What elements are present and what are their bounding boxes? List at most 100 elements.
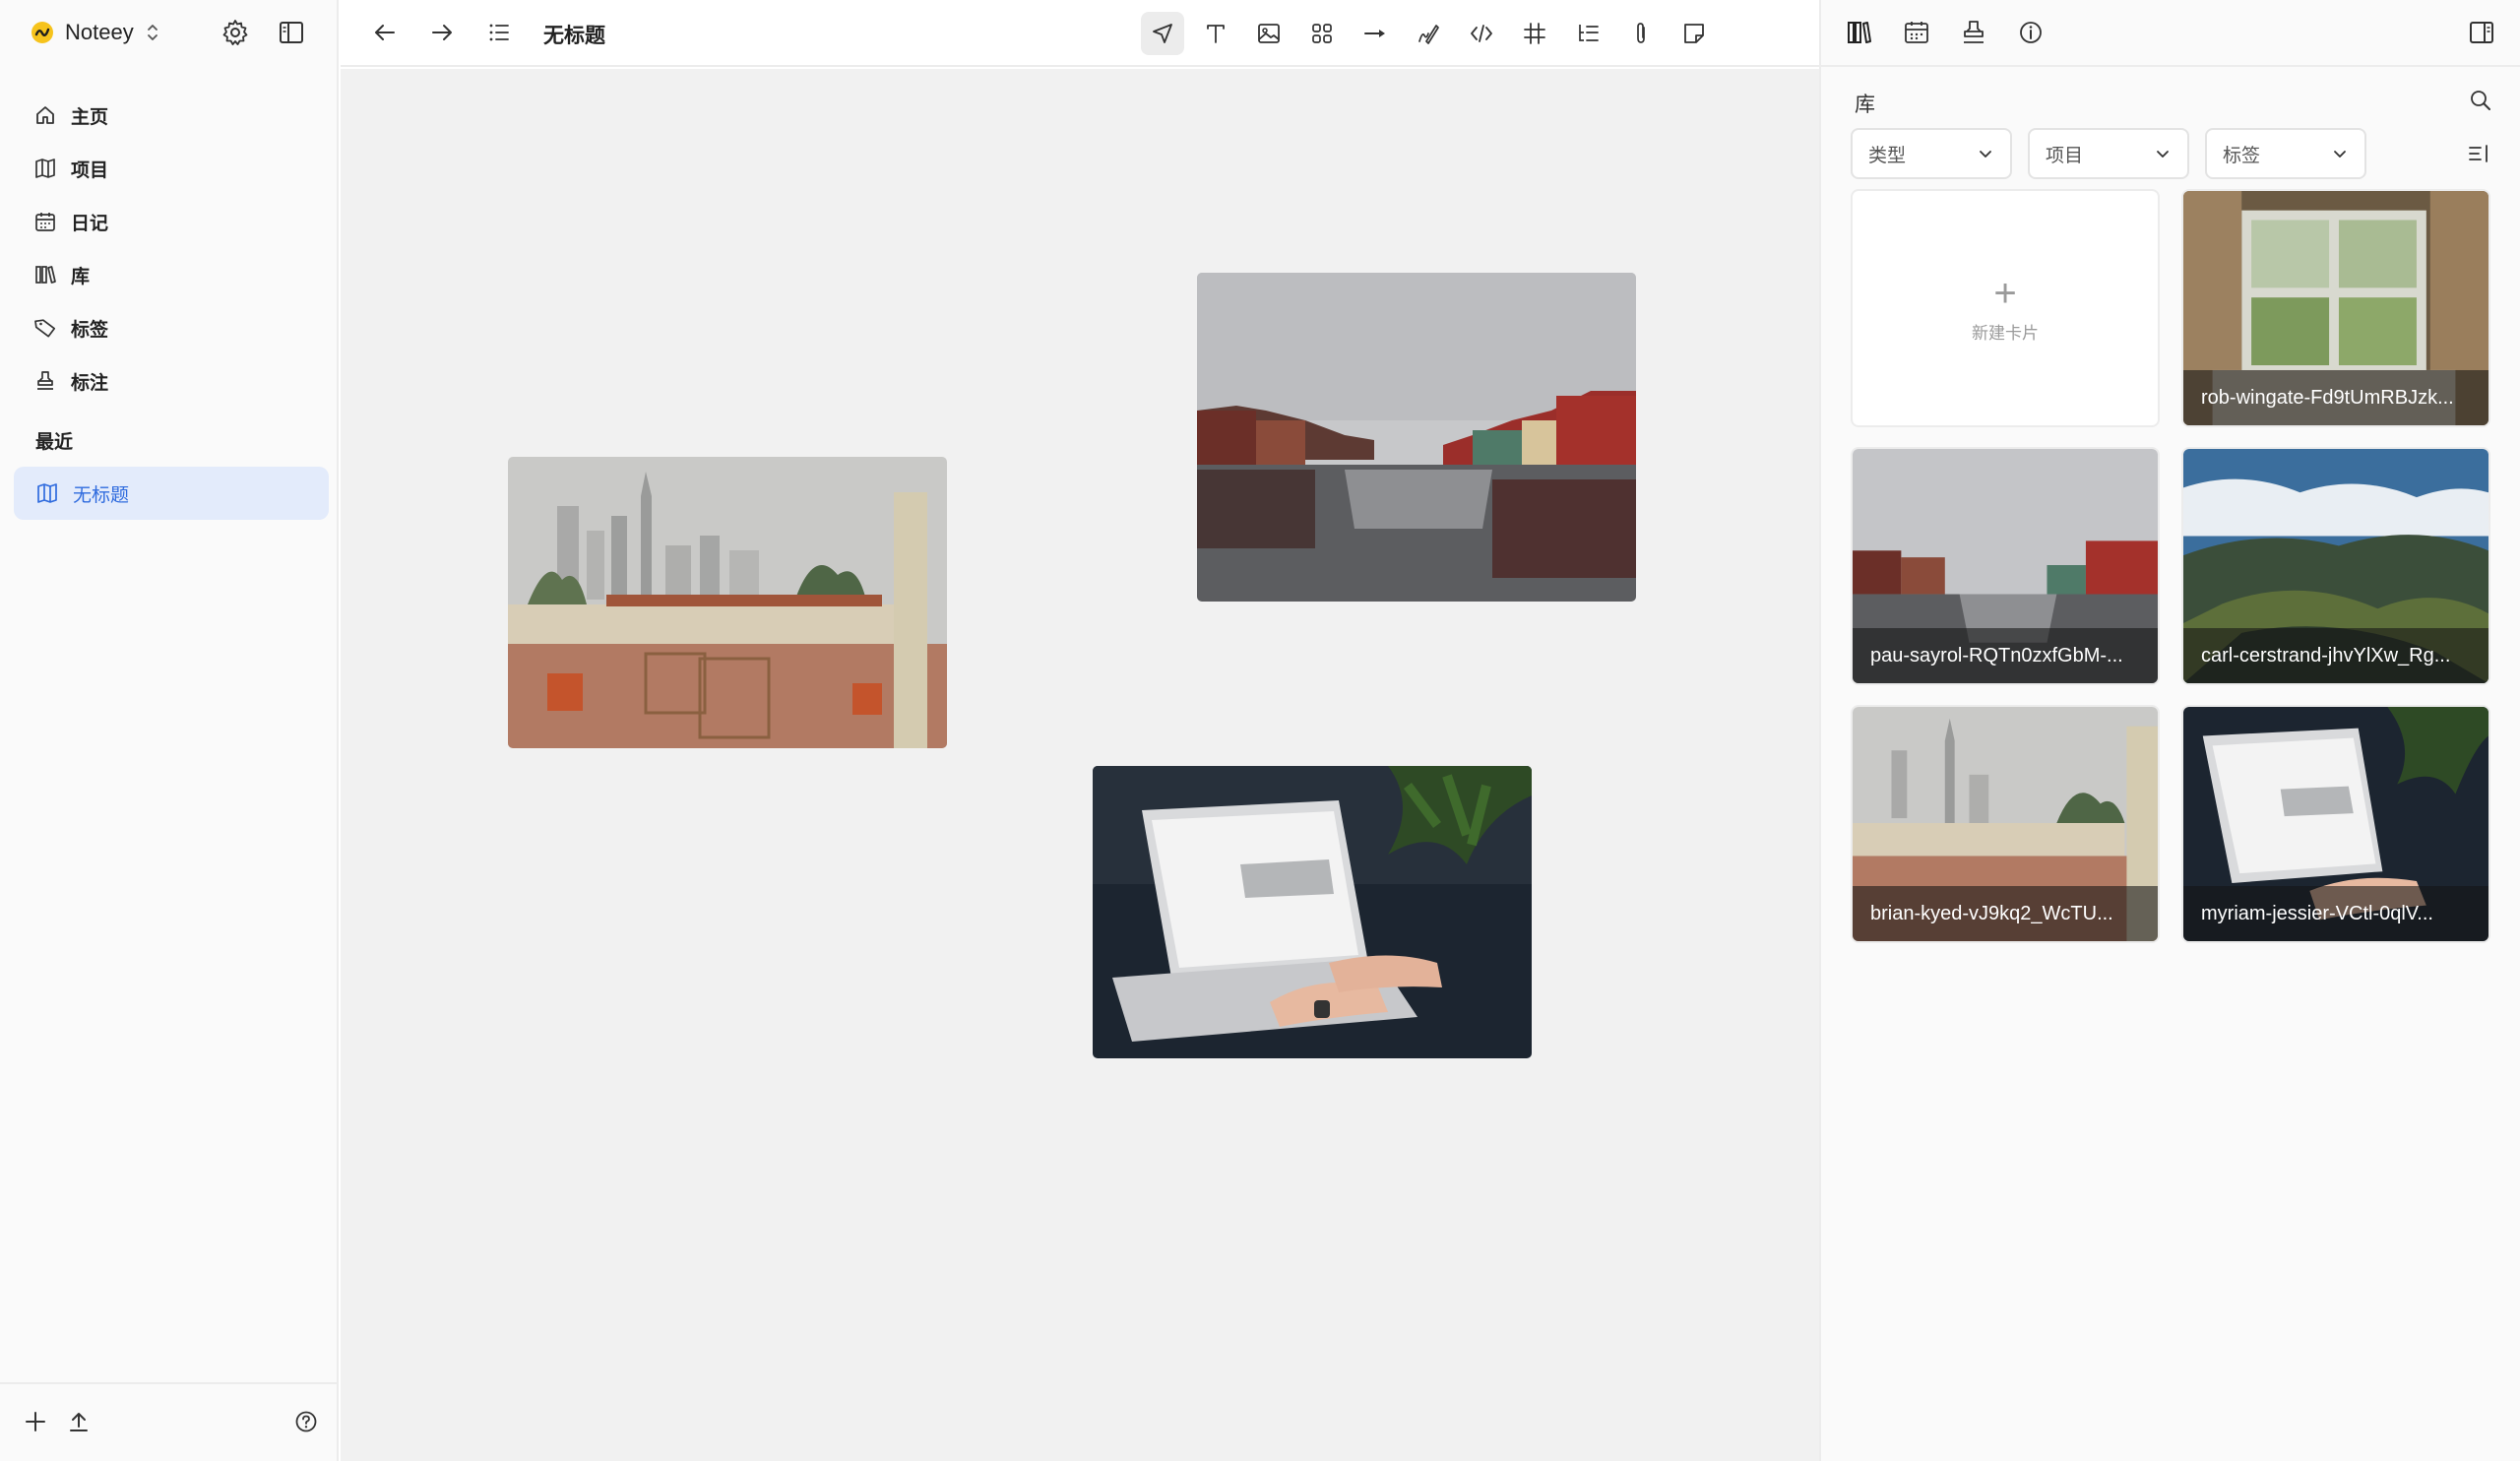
workspace-name: Noteey [65,20,134,44]
attachment-tool[interactable] [1619,12,1663,55]
text-tool[interactable] [1194,12,1237,55]
nav-label: 标注 [71,372,109,394]
canal-houses-photo [1197,273,1636,602]
sort-icon[interactable] [2465,140,2492,167]
frame-tool[interactable] [1513,12,1556,55]
new-card-button[interactable]: + 新建卡片 [1851,189,2160,427]
calendar-icon[interactable] [1902,18,1931,47]
laptop-photo [1093,766,1532,1058]
nav-label: 主页 [71,106,109,128]
pen-scribble-icon [1418,25,1439,44]
arrow-tool[interactable] [1354,12,1397,55]
library-icon[interactable] [1845,18,1874,47]
nav-item-annotations[interactable]: 标注 [14,354,329,408]
filter-label: 标签 [2223,145,2261,166]
whiteboard-canvas[interactable] [341,69,1819,1461]
library-card[interactable]: rob-wingate-Fd9tUmRBJzk... [2181,189,2490,427]
panel-tabs [1821,0,2520,67]
info-icon[interactable] [2016,18,2046,47]
paperclip-icon [1637,23,1645,43]
main-nav: 主页 项目 日记 库 标签 标注 [14,89,329,408]
rooftop-city-photo [508,457,947,748]
library-title: 库 [1855,94,1875,116]
image-tool[interactable] [1247,12,1291,55]
chevron-down-icon [2334,151,2346,158]
card-title: carl-cerstrand-jhvYlXw_Rg... [2183,628,2488,683]
chevron-down-icon [1980,151,1991,158]
workspace-switcher[interactable]: Noteey [30,16,161,49]
filter-tag-dropdown[interactable]: 标签 [2205,128,2366,179]
board-icon [35,159,55,178]
library-card[interactable]: pau-sayrol-RQTn0zxfGbM-... [1851,447,2160,685]
tree-list-icon [1579,25,1599,41]
chevron-down-icon [2157,151,2169,158]
nav-item-tags[interactable]: 标签 [14,301,329,354]
sidebar: Noteey 主页 项目 日记 库 标签 标注 最近 无标题 [0,0,339,1461]
help-icon[interactable] [292,1408,320,1435]
library-card[interactable]: myriam-jessier-VCtl-0qlV... [2181,705,2490,943]
back-arrow-icon[interactable] [370,18,400,47]
nav-item-projects[interactable]: 项目 [14,142,329,195]
library-panel: 库 类型 项目 标签 + 新建卡片 rob-wingate-Fd9tUmRBJz… [1819,0,2520,1461]
card-title: pau-sayrol-RQTn0zxfGbM-... [1853,628,2158,683]
card-title: brian-kyed-vJ9kq2_WcTU... [1853,886,2158,941]
search-icon[interactable] [2467,87,2494,114]
filter-label: 项目 [2046,145,2084,166]
forward-arrow-icon[interactable] [427,18,457,47]
filter-project-dropdown[interactable]: 项目 [2028,128,2189,179]
code-tool[interactable] [1460,12,1503,55]
plus-icon: + [1993,271,2017,315]
draw-tool[interactable] [1407,12,1450,55]
app-window: Noteey 主页 项目 日记 库 标签 标注 最近 无标题 无标题 库 类型 … [0,0,2520,1461]
canvas-image-rooftop-city[interactable] [508,457,947,748]
board-icon [37,483,57,503]
recent-section-label: 最近 [35,432,74,453]
settings-gear-icon[interactable] [220,18,250,47]
add-icon[interactable] [22,1408,49,1435]
cursor-arrow-icon [1153,24,1172,43]
nav-label: 库 [71,266,91,287]
code-icon [1471,25,1492,42]
filter-label: 类型 [1868,145,1907,166]
tag-icon [34,319,56,338]
nav-label: 标签 [71,319,109,341]
calendar-icon [35,213,55,231]
text-icon [1207,25,1225,43]
filter-type-dropdown[interactable]: 类型 [1851,128,2012,179]
new-card-label: 新建卡片 [1972,323,2039,343]
sticky-note-icon [1684,24,1704,43]
chevron-updown-icon [147,25,158,40]
nav-item-journal[interactable]: 日记 [14,195,329,248]
canvas-image-laptop[interactable] [1093,766,1532,1058]
recent-item-untitled[interactable]: 无标题 [14,467,329,520]
library-icon [35,266,56,284]
sticky-note-tool[interactable] [1672,12,1716,55]
image-icon [1258,24,1280,43]
frame-hash-icon [1524,23,1545,44]
library-card[interactable]: carl-cerstrand-jhvYlXw_Rg... [2181,447,2490,685]
arrow-right-icon [1364,30,1385,37]
outline-list-icon[interactable] [484,18,514,47]
select-tool[interactable] [1141,12,1184,55]
shapes-tool[interactable] [1300,12,1344,55]
nav-label: 日记 [71,213,109,234]
sidebar-toggle-icon[interactable] [277,18,306,47]
nav-item-home[interactable]: 主页 [14,89,329,142]
library-card[interactable]: brian-kyed-vJ9kq2_WcTU... [1851,705,2160,943]
home-icon [36,106,54,124]
top-toolbar: 无标题 [341,0,1819,67]
upload-icon[interactable] [65,1408,93,1435]
stamp-icon [37,371,53,390]
canvas-image-canal-houses[interactable] [1197,273,1636,602]
outline-tool[interactable] [1566,12,1609,55]
components-icon [1312,24,1332,43]
nav-item-library[interactable]: 库 [14,248,329,301]
card-title: myriam-jessier-VCtl-0qlV... [2183,886,2488,941]
panel-toggle-icon[interactable] [2467,18,2496,47]
board-title[interactable]: 无标题 [543,20,605,49]
sidebar-footer [0,1382,339,1461]
stamp-icon[interactable] [1959,18,1988,47]
card-title: rob-wingate-Fd9tUmRBJzk... [2183,370,2488,425]
recent-item-label: 无标题 [73,484,130,506]
nav-label: 项目 [71,159,109,181]
